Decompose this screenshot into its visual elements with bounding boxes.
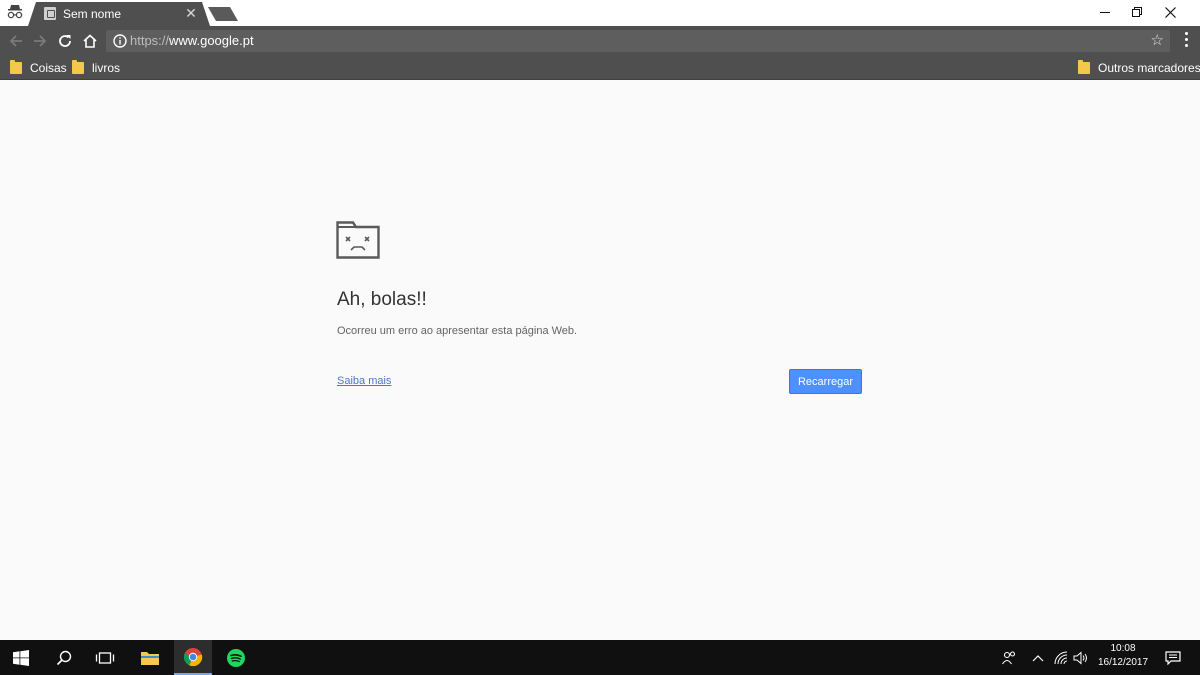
search-icon — [56, 650, 72, 665]
info-icon[interactable] — [112, 33, 128, 49]
bookmark-label: Coisas — [30, 61, 67, 75]
close-window-button[interactable] — [1147, 0, 1193, 24]
chrome-taskbar-button[interactable] — [174, 640, 212, 675]
home-icon — [83, 34, 97, 48]
chrome-menu-button[interactable] — [1180, 32, 1192, 50]
forward-arrow-icon — [34, 35, 47, 47]
sad-tab-icon — [336, 221, 380, 259]
learn-more-link[interactable]: Saiba mais — [337, 375, 391, 387]
close-icon — [1164, 6, 1176, 18]
title-bar: Sem nome ✕ — [0, 0, 1200, 26]
reload-icon — [59, 35, 71, 47]
show-hidden-icons-button[interactable] — [1030, 640, 1046, 675]
restore-icon — [1132, 7, 1142, 17]
start-button[interactable] — [0, 640, 42, 675]
browser-toolbar: https://www.google.pt ☆ — [0, 26, 1200, 56]
start-icon — [13, 649, 29, 666]
clock-date: 16/12/2017 — [1097, 657, 1149, 668]
bookmarks-bar: Coisas livros Outros marcadores — [0, 56, 1200, 80]
bookmark-folder-coisas[interactable]: Coisas — [10, 60, 67, 76]
system-clock[interactable]: 10:08 16/12/2017 — [1092, 642, 1154, 674]
incognito-icon — [6, 3, 24, 21]
folder-icon — [72, 60, 84, 74]
url-host: www.google.pt — [169, 33, 254, 48]
volume-button[interactable] — [1072, 640, 1090, 675]
error-title: Ah, bolas!! — [337, 289, 427, 310]
wifi-icon — [1054, 651, 1068, 664]
notifications-icon — [1165, 650, 1181, 665]
bookmark-star-icon[interactable]: ☆ — [1151, 32, 1164, 50]
spotify-taskbar-button[interactable] — [217, 640, 255, 675]
reload-page-button[interactable]: Recarregar — [789, 369, 862, 394]
bookmark-label: livros — [92, 61, 121, 75]
action-center-button[interactable] — [1160, 640, 1186, 675]
people-button[interactable] — [998, 640, 1020, 675]
sad-tab-favicon-icon — [44, 7, 56, 20]
minimize-icon — [1100, 12, 1110, 13]
bookmark-label: Outros marcadores — [1098, 61, 1200, 75]
network-button[interactable] — [1052, 640, 1070, 675]
task-view-button[interactable] — [86, 640, 124, 675]
new-tab-button[interactable] — [208, 7, 238, 21]
folder-icon — [10, 60, 22, 74]
file-explorer-icon — [141, 651, 159, 665]
home-button[interactable] — [80, 31, 100, 51]
windows-taskbar: 10:08 16/12/2017 — [0, 640, 1200, 675]
menu-dot-icon — [1184, 44, 1188, 47]
speaker-icon — [1073, 650, 1087, 665]
forward-button[interactable] — [30, 31, 50, 51]
menu-dot-icon — [1184, 38, 1188, 41]
bookmark-folder-livros[interactable]: livros — [72, 60, 120, 76]
address-bar[interactable]: https://www.google.pt ☆ — [106, 30, 1170, 52]
clock-time: 10:08 — [1110, 643, 1136, 654]
folder-icon — [1078, 60, 1090, 74]
url-scheme: https:// — [130, 33, 170, 48]
spotify-icon — [227, 648, 245, 667]
menu-dot-icon — [1184, 32, 1188, 35]
reload-button[interactable] — [55, 31, 75, 51]
people-icon — [1002, 650, 1016, 664]
tab-title: Sem nome — [63, 7, 122, 21]
tab-close-icon[interactable]: ✕ — [184, 5, 198, 21]
tab-sem-nome[interactable]: Sem nome ✕ — [28, 2, 210, 26]
error-message: Ocorreu um erro ao apresentar esta págin… — [337, 325, 578, 337]
back-arrow-icon — [9, 35, 22, 47]
bookmark-folder-outros-marcadores[interactable]: Outros marcadores — [1078, 60, 1200, 76]
chevron-up-icon — [1032, 654, 1044, 661]
search-button[interactable] — [44, 640, 84, 675]
task-view-icon — [95, 651, 115, 664]
chrome-icon — [183, 647, 203, 666]
page-content: Ah, bolas!! Ocorreu um erro ao apresenta… — [0, 80, 1200, 640]
url-text[interactable]: https://www.google.pt — [130, 33, 254, 48]
back-button[interactable] — [6, 31, 26, 51]
file-explorer-button[interactable] — [130, 640, 170, 675]
